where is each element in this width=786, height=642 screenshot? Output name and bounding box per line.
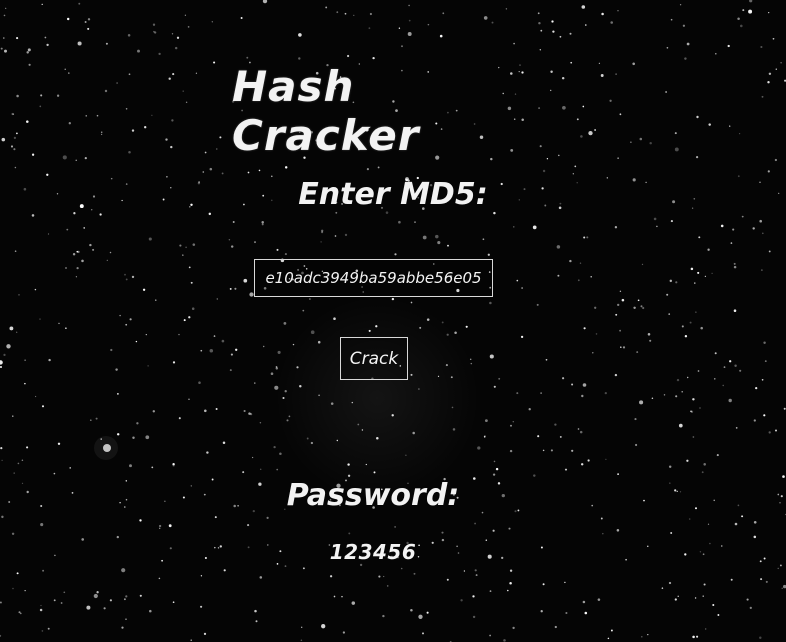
password-label: Password: <box>286 478 460 513</box>
hash-input[interactable] <box>261 263 486 293</box>
crack-button[interactable]: Crack <box>340 337 408 380</box>
page-title: Hash Cracker <box>232 62 420 160</box>
password-value: 123456 <box>329 540 417 564</box>
hash-input-container[interactable] <box>254 259 493 297</box>
md5-prompt-label: Enter MD5: <box>298 177 488 212</box>
main-content: Hash Cracker Enter MD5: Crack Password: … <box>0 0 786 642</box>
page: Hash Cracker Enter MD5: Crack Password: … <box>0 0 786 642</box>
